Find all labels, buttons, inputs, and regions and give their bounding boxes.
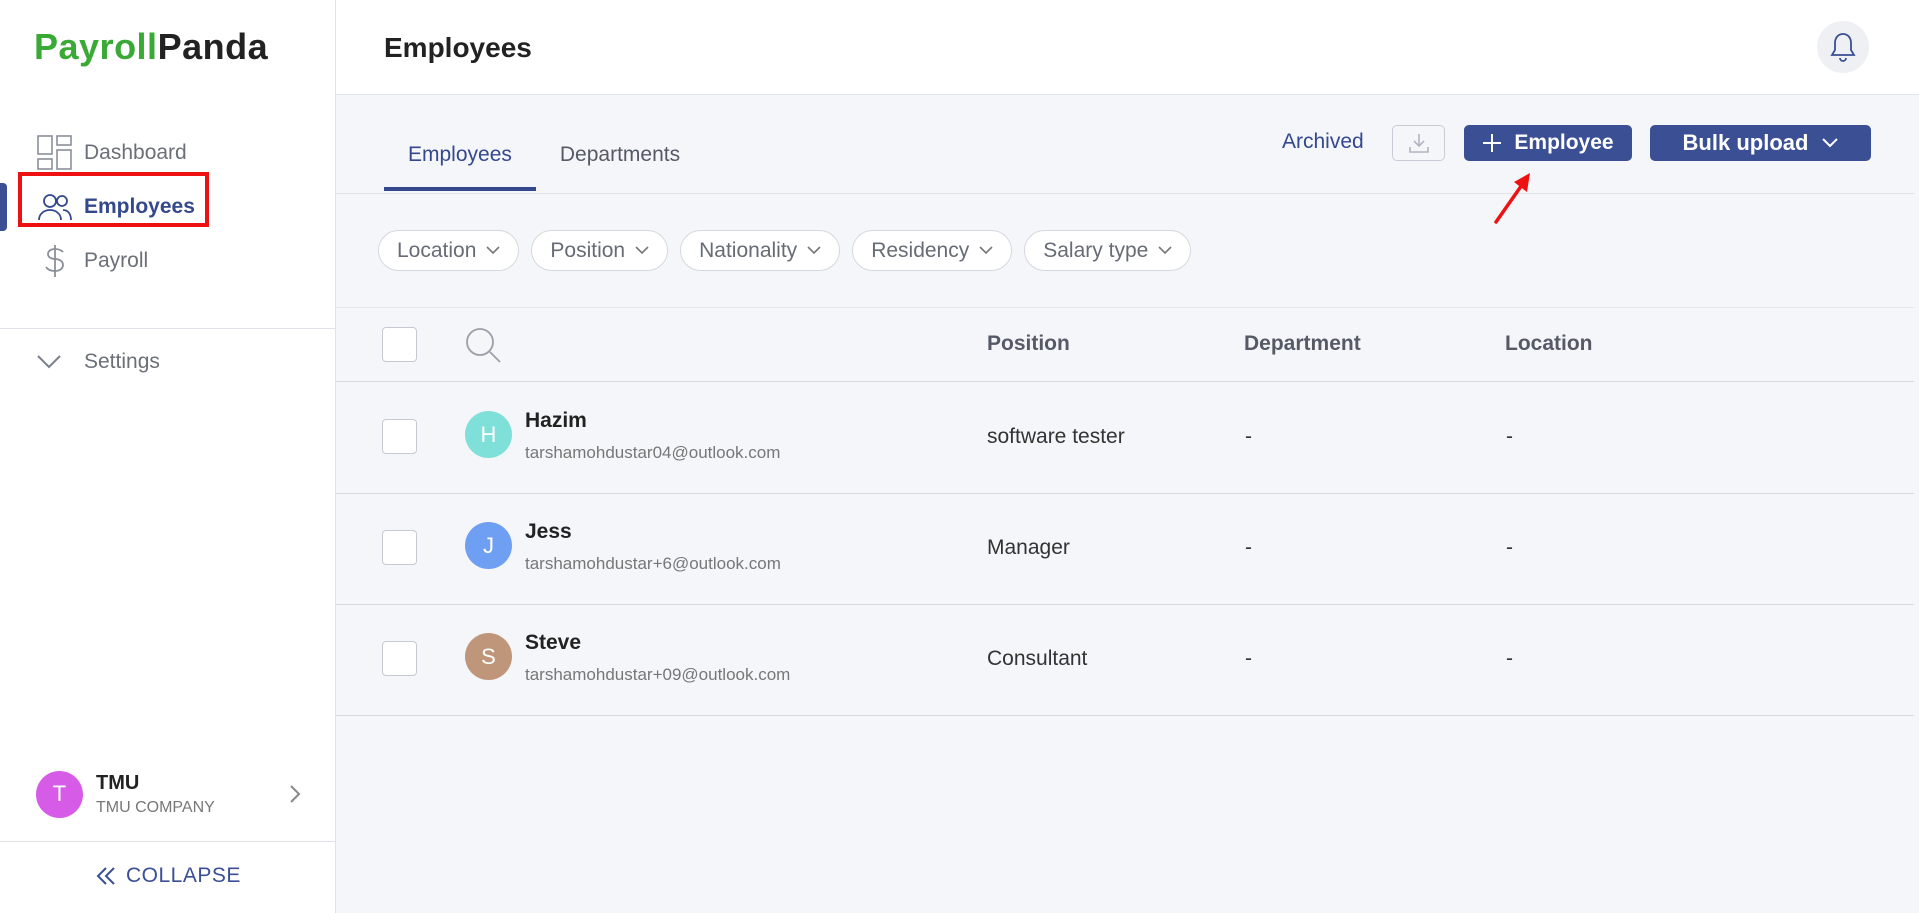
location-cell: - xyxy=(1506,425,1513,448)
filter-label: Nationality xyxy=(699,238,798,262)
filter-location[interactable]: Location xyxy=(378,230,520,271)
dollar-icon xyxy=(36,242,74,280)
sidebar-bottom-divider xyxy=(0,841,335,842)
avatar: T xyxy=(36,770,83,818)
company-name: TMU xyxy=(96,771,140,794)
employee-name[interactable]: Jess xyxy=(525,520,572,544)
chevron-down-icon xyxy=(36,354,70,370)
row-checkbox[interactable] xyxy=(382,530,417,565)
filter-label: Residency xyxy=(871,238,970,262)
chevron-down-icon xyxy=(486,246,500,255)
page-title: Employees xyxy=(384,32,532,63)
department-cell: - xyxy=(1245,536,1252,559)
filter-label: Position xyxy=(550,238,626,262)
department-cell: - xyxy=(1245,647,1252,670)
company-switcher[interactable]: T TMU TMU COMPANY xyxy=(36,770,301,818)
row-checkbox[interactable] xyxy=(382,641,417,676)
arrow-annotation xyxy=(1494,173,1530,224)
avatar: J xyxy=(465,522,512,569)
sidebar-nav: Dashboard Employees Payroll xyxy=(0,126,335,288)
company-subtitle: TMU COMPANY xyxy=(96,798,215,816)
table-row[interactable]: H Hazim tarshamohdustar04@outlook.com so… xyxy=(336,383,1914,494)
location-cell: - xyxy=(1506,647,1513,670)
filter-salary-type[interactable]: Salary type xyxy=(1024,230,1192,271)
company-info: TMU TMU COMPANY xyxy=(96,772,215,817)
double-chevron-left-icon xyxy=(96,867,115,885)
bulk-upload-button[interactable]: Bulk upload xyxy=(1650,125,1871,161)
active-indicator xyxy=(0,183,7,231)
page-header: Employees xyxy=(336,0,1919,95)
add-employee-button[interactable]: Employee xyxy=(1464,125,1632,161)
filter-nationality[interactable]: Nationality xyxy=(680,230,841,271)
sidebar-item-employees[interactable]: Employees xyxy=(0,180,335,234)
chevron-down-icon xyxy=(1158,246,1172,255)
users-icon xyxy=(36,188,74,226)
sidebar-item-payroll[interactable]: Payroll xyxy=(0,234,335,288)
table-row[interactable]: S Steve tarshamohdustar+09@outlook.com C… xyxy=(336,605,1914,716)
search-icon[interactable] xyxy=(464,326,502,369)
sidebar-divider xyxy=(0,328,335,329)
position-cell: Consultant xyxy=(987,647,1088,670)
settings-label: Settings xyxy=(84,350,160,373)
tab-bar: Employees Departments xyxy=(384,130,704,191)
employee-name[interactable]: Hazim xyxy=(525,409,587,433)
chevron-down-icon xyxy=(807,246,821,255)
app-logo[interactable]: PayrollPanda xyxy=(34,26,268,68)
avatar: S xyxy=(465,633,512,680)
select-all-checkbox[interactable] xyxy=(382,327,417,362)
add-employee-label: Employee xyxy=(1514,131,1614,154)
employee-email: tarshamohdustar04@outlook.com xyxy=(525,443,781,462)
chevron-down-icon xyxy=(979,246,993,255)
notifications-button[interactable] xyxy=(1817,21,1869,73)
download-button[interactable] xyxy=(1392,125,1445,161)
bell-icon xyxy=(1830,33,1856,62)
position-cell: Manager xyxy=(987,536,1070,559)
chevron-down-icon xyxy=(1822,138,1839,148)
employee-name[interactable]: Steve xyxy=(525,631,581,655)
avatar: H xyxy=(465,411,512,458)
department-cell: - xyxy=(1245,425,1252,448)
table-row[interactable]: J Jess tarshamohdustar+6@outlook.com Man… xyxy=(336,494,1914,605)
filter-position[interactable]: Position xyxy=(531,230,669,271)
collapse-button[interactable]: COLLAPSE xyxy=(96,864,241,888)
sidebar: PayrollPanda Dashboard Employees Payroll… xyxy=(0,0,336,913)
chevron-down-icon xyxy=(635,246,649,255)
column-header-position[interactable]: Position xyxy=(987,332,1070,356)
column-header-location[interactable]: Location xyxy=(1505,332,1593,356)
collapse-label: COLLAPSE xyxy=(126,864,241,887)
position-cell: software tester xyxy=(987,425,1125,448)
tabs-divider xyxy=(336,193,1914,194)
download-icon xyxy=(1408,134,1429,153)
filter-label: Location xyxy=(397,238,477,262)
plus-icon xyxy=(1483,134,1502,152)
filter-residency[interactable]: Residency xyxy=(852,230,1013,271)
dashboard-icon xyxy=(36,134,74,172)
sidebar-item-label: Employees xyxy=(84,195,195,218)
filter-label: Salary type xyxy=(1043,238,1149,262)
table-header: Position Department Location xyxy=(336,308,1914,382)
sidebar-item-dashboard[interactable]: Dashboard xyxy=(0,126,335,180)
row-checkbox[interactable] xyxy=(382,419,417,454)
sidebar-item-label: Payroll xyxy=(84,249,149,272)
sidebar-item-label: Dashboard xyxy=(84,141,187,164)
tab-employees[interactable]: Employees xyxy=(384,130,536,191)
employee-email: tarshamohdustar+6@outlook.com xyxy=(525,554,781,573)
archived-link[interactable]: Archived xyxy=(1282,130,1364,154)
column-header-department[interactable]: Department xyxy=(1244,332,1361,356)
filter-bar: Location Position Nationality Residency … xyxy=(378,230,1203,271)
tab-departments[interactable]: Departments xyxy=(536,130,704,191)
sidebar-item-settings[interactable]: Settings xyxy=(36,350,160,374)
employee-email: tarshamohdustar+09@outlook.com xyxy=(525,665,791,684)
location-cell: - xyxy=(1506,536,1513,559)
chevron-right-icon xyxy=(289,784,301,809)
bulk-upload-label: Bulk upload xyxy=(1682,130,1809,155)
